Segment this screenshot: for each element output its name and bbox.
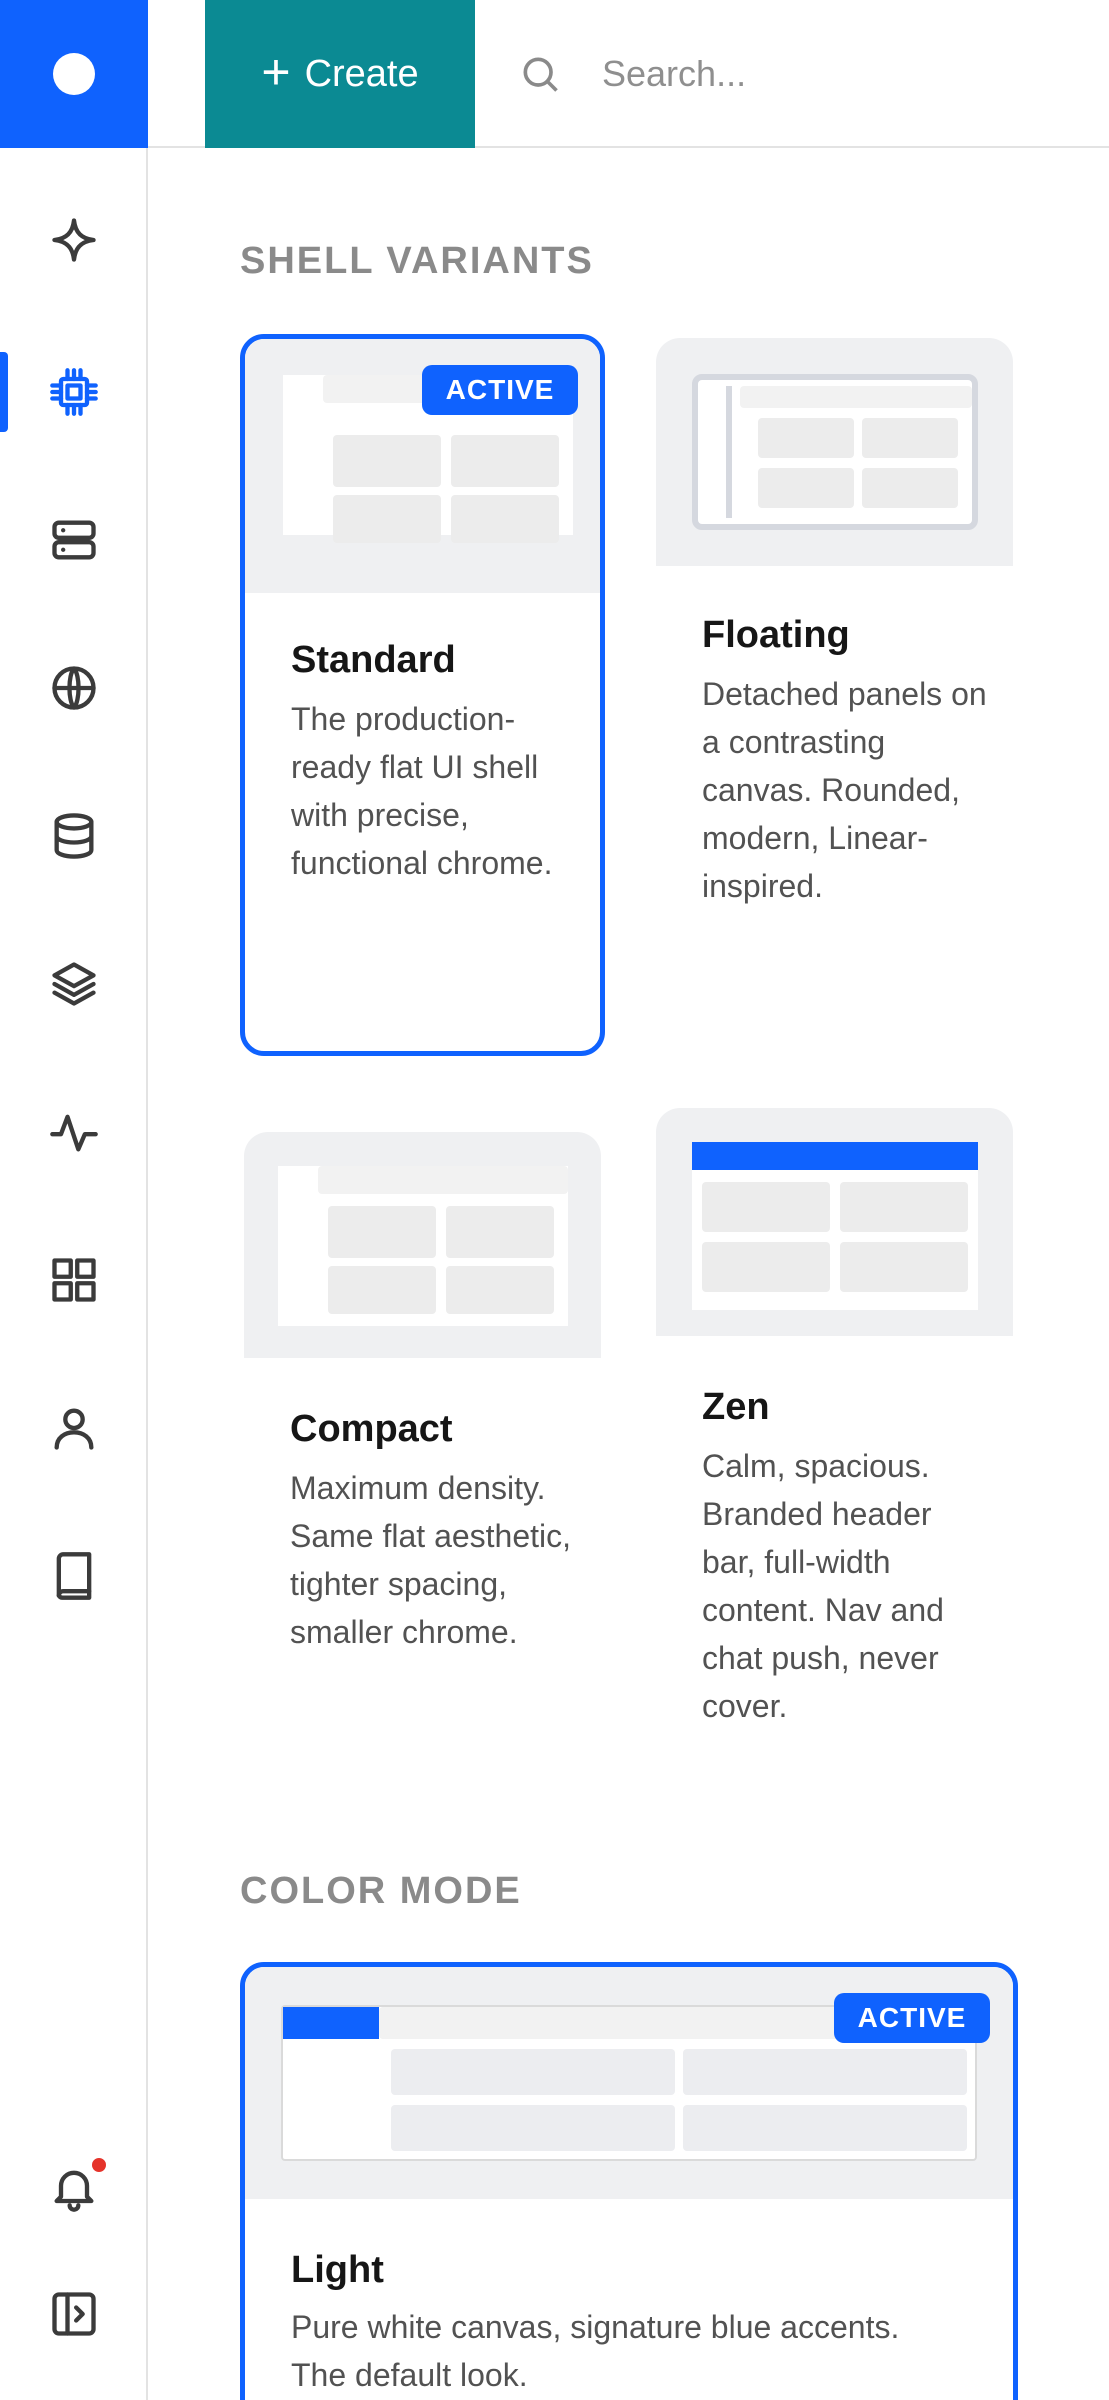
user-icon: [54, 1408, 94, 1450]
section-title-shell-variants: SHELL VARIANTS: [240, 240, 594, 282]
active-badge: ACTIVE: [422, 365, 578, 415]
create-button[interactable]: + Create: [205, 0, 475, 148]
notifications-button[interactable]: [0, 2128, 148, 2248]
server-icon: [52, 520, 96, 560]
top-bar: + Create: [148, 0, 1109, 148]
shell-card-floating[interactable]: Floating Detached panels on a contrastin…: [656, 338, 1013, 1028]
rail-item-grid[interactable]: [0, 1220, 148, 1340]
rail-item-sparkle[interactable]: [0, 180, 148, 300]
shell-card-desc: Maximum density. Same flat aesthetic, ti…: [290, 1470, 572, 1650]
search-icon: [523, 57, 558, 92]
shell-preview-zen: [656, 1108, 1013, 1336]
sparkle-icon: [52, 218, 96, 262]
logo-dot: [53, 53, 95, 95]
shell-preview-floating: [656, 338, 1013, 566]
bell-icon: [54, 2170, 94, 2212]
chip-icon: [50, 368, 98, 416]
panel-toggle-icon: [52, 2292, 96, 2336]
rail-item-user[interactable]: [0, 1368, 148, 1488]
plus-icon: +: [261, 44, 291, 100]
search-input[interactable]: [602, 53, 1062, 95]
panel-toggle-button[interactable]: [0, 2254, 148, 2374]
book-icon: [56, 1552, 92, 1600]
search-bar: [518, 34, 1078, 114]
grid-icon: [52, 1258, 96, 1302]
rail-item-server[interactable]: [0, 480, 148, 600]
layers-icon: [52, 962, 96, 1006]
color-card-name: Light: [291, 2249, 384, 2291]
shell-card-name: Compact: [290, 1408, 453, 1450]
rail-item-activity[interactable]: [0, 1072, 148, 1192]
rail-item-chip[interactable]: [0, 332, 148, 452]
section-title-color-mode: COLOR MODE: [240, 1870, 522, 1912]
shell-card-desc: Detached panels on a contrasting canvas.…: [702, 676, 987, 904]
shell-card-name: Zen: [702, 1386, 770, 1428]
database-icon: [54, 813, 94, 859]
create-button-label: Create: [304, 52, 419, 95]
rail-item-globe[interactable]: [0, 628, 148, 748]
rail-item-book[interactable]: [0, 1516, 148, 1636]
shell-preview-compact: [244, 1132, 601, 1358]
shell-card-standard[interactable]: ACTIVE Standard The production-ready fla…: [240, 334, 605, 1056]
rail-item-layers[interactable]: [0, 924, 148, 1044]
app-logo[interactable]: [0, 0, 148, 148]
notification-dot: [92, 2158, 106, 2172]
color-card-light[interactable]: ACTIVE Light Pure white canvas, signatur…: [240, 1962, 1018, 2400]
shell-card-name: Standard: [291, 639, 456, 681]
color-card-desc: Pure white canvas, signature blue accent…: [291, 2309, 900, 2393]
shell-card-name: Floating: [702, 614, 850, 656]
activity-icon: [50, 1114, 98, 1152]
shell-card-desc: Calm, spacious. Branded header bar, full…: [702, 1448, 944, 1724]
left-rail: [0, 0, 148, 2400]
active-badge: ACTIVE: [834, 1993, 990, 2043]
shell-card-desc: The production-ready flat UI shell with …: [291, 701, 553, 881]
globe-icon: [52, 666, 96, 710]
shell-card-compact[interactable]: Compact Maximum density. Same flat aesth…: [244, 1132, 601, 1732]
rail-item-database[interactable]: [0, 776, 148, 896]
shell-card-zen[interactable]: Zen Calm, spacious. Branded header bar, …: [656, 1108, 1013, 1748]
